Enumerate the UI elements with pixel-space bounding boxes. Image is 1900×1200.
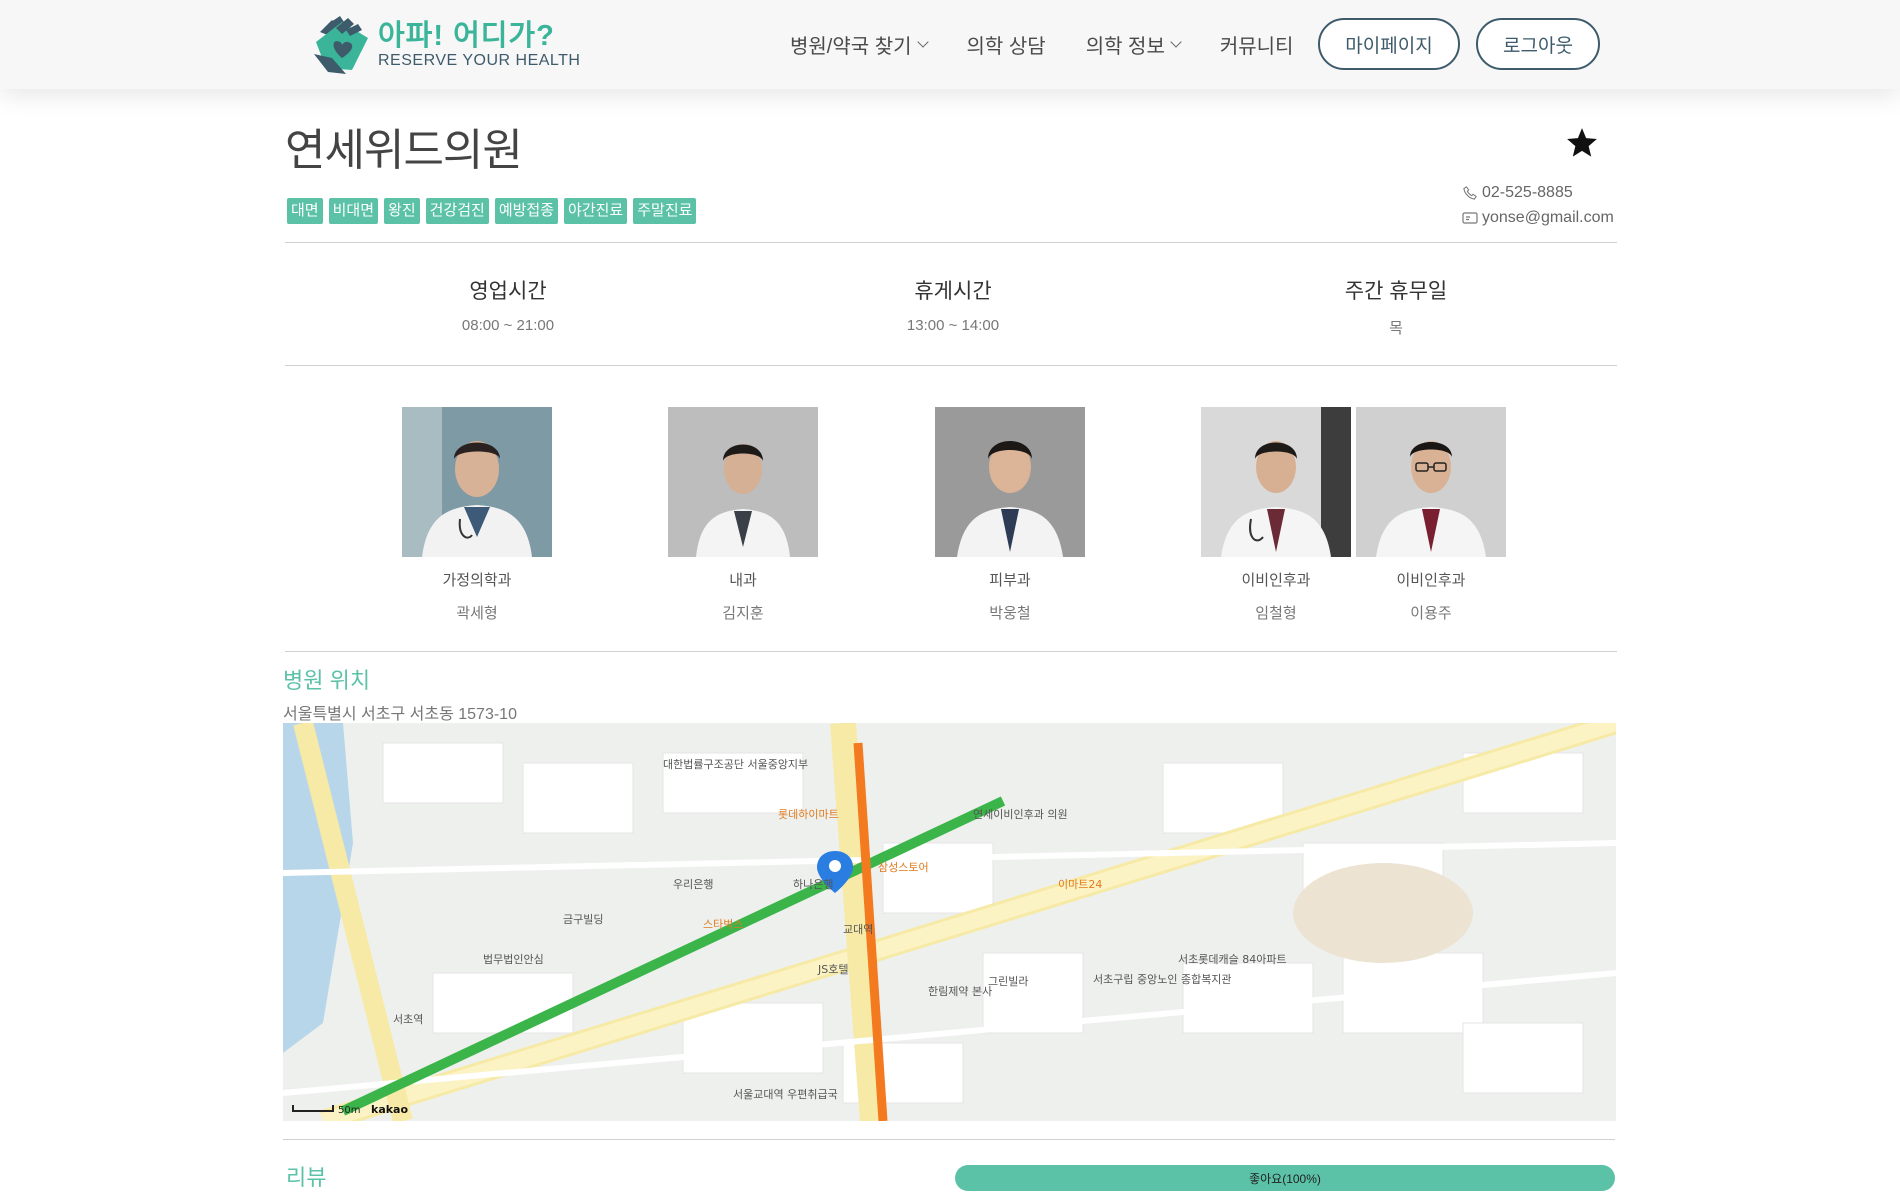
- doctor-photo: [1356, 407, 1506, 557]
- nav-find-hospital[interactable]: 병원/약국 찾기: [790, 30, 929, 59]
- map-label: 법무법인안심: [483, 953, 544, 966]
- tag-weekend: 주말진료: [633, 198, 697, 224]
- hours-value: 13:00 ~ 14:00: [906, 317, 1000, 334]
- chevron-down-icon: [916, 35, 929, 48]
- map-provider: kakao: [371, 1103, 408, 1116]
- nav-consultation[interactable]: 의학 상담: [967, 30, 1046, 59]
- map-label: 서울교대역 우편취급국: [733, 1088, 838, 1101]
- hours-label: 휴게시간: [914, 280, 992, 303]
- doctor-card[interactable]: 이비인후과 이용주: [1355, 407, 1507, 623]
- top-header: 아파! 어디가? RESERVE YOUR HEALTH 병원/약국 찾기 의학…: [0, 0, 1900, 89]
- doctor-name: 임철형: [1255, 605, 1297, 622]
- nav-label: 병원/약국 찾기: [790, 35, 912, 58]
- main-nav: 병원/약국 찾기 의학 상담 의학 정보 커뮤니티: [790, 18, 1333, 70]
- map-label: 대한법률구조공단 서울중앙지부: [663, 758, 808, 771]
- map-scale: 50m: [338, 1105, 360, 1116]
- review-rating-bar: 좋아요(100%): [955, 1165, 1615, 1191]
- nav-medical-info[interactable]: 의학 정보: [1085, 30, 1182, 59]
- map-label: 하나은행: [793, 877, 833, 891]
- star-icon[interactable]: [1565, 126, 1599, 160]
- doctor-photo: [668, 407, 818, 557]
- map-label: 연세이비인후과 의원: [973, 808, 1068, 821]
- map-label: 서초구립 중앙노인 종합복지관: [1093, 973, 1232, 986]
- location-map[interactable]: 교대역 서초역 하나은행 우리은행 스타벅스 롯데하이마트 삼성스토어 이마트2…: [283, 723, 1616, 1121]
- phone-icon: [1463, 185, 1477, 200]
- hospital-address: 서울특별시 서초구 서초동 1573-10: [283, 706, 517, 723]
- doctor-department: 피부과: [989, 572, 1031, 589]
- tag-vaccination: 예방접종: [494, 198, 559, 224]
- map-label: 스타벅스: [703, 918, 743, 931]
- doctor-department: 이비인후과: [1396, 572, 1466, 589]
- doctor-card[interactable]: 내과 김지훈: [667, 407, 819, 623]
- tag-house-call: 왕진: [384, 198, 420, 224]
- hours-label: 영업시간: [469, 280, 547, 303]
- divider: [283, 1139, 1615, 1140]
- hospital-name: 연세위드의원: [285, 126, 523, 175]
- map-label: 한림제약 본사: [928, 984, 992, 998]
- doctor-card[interactable]: 가정의학과 곽세형: [401, 407, 553, 623]
- doctor-name: 곽세형: [456, 605, 498, 622]
- chevron-down-icon: [1170, 35, 1182, 48]
- divider: [285, 651, 1617, 652]
- contact-info: 02-525-8885 yonse@gmail.com: [1462, 180, 1614, 230]
- doctor-department: 가정의학과: [442, 572, 512, 589]
- map-label: 금구빌딩: [563, 913, 603, 926]
- break-hours: 휴게시간 13:00 ~ 14:00: [803, 275, 1103, 334]
- doctor-department: 내과: [729, 572, 757, 589]
- doctor-photo: [1201, 407, 1351, 557]
- mypage-button[interactable]: 마이페이지: [1318, 18, 1460, 70]
- tag-remote: 비대면: [328, 198, 379, 224]
- map-label: 그린빌라: [988, 975, 1028, 988]
- logo-title: 아파! 어디가?: [378, 20, 555, 52]
- tag-checkup: 건강검진: [425, 198, 489, 224]
- review-title: 리뷰: [286, 1165, 327, 1190]
- map-label: 교대역: [843, 923, 873, 936]
- hours-value: 08:00 ~ 21:00: [461, 317, 555, 334]
- logo-subtitle: RESERVE YOUR HEALTH: [378, 52, 581, 69]
- email-address: yonse@gmail.com: [1482, 208, 1614, 226]
- hours-value: 목: [1389, 320, 1403, 337]
- hands-heart-logo-icon: [314, 16, 368, 74]
- doctor-name: 박웅철: [989, 605, 1031, 622]
- map-label: 서초역: [393, 1013, 423, 1026]
- nav-label: 의학 정보: [1085, 35, 1165, 58]
- doctor-photo: [402, 407, 552, 557]
- map-label: 롯데하이마트: [778, 807, 839, 821]
- doctor-name: 이용주: [1410, 605, 1452, 622]
- doctor-name: 김지훈: [722, 605, 764, 622]
- nav-label: 의학 상담: [966, 35, 1046, 58]
- location-title: 병원 위치: [283, 668, 371, 693]
- hours-label: 주간 휴무일: [1344, 280, 1448, 303]
- phone-number: 02-525-8885: [1482, 183, 1573, 201]
- service-tags: 대면 비대면 왕진 건강검진 예방접종 야간진료 주말진료: [287, 198, 697, 224]
- weekly-closed-day: 주간 휴무일 목: [1246, 275, 1546, 338]
- divider: [285, 242, 1617, 243]
- doctor-card[interactable]: 피부과 박웅철: [934, 407, 1086, 623]
- doctor-card[interactable]: 이비인후과 임철형: [1200, 407, 1352, 623]
- tag-night: 야간진료: [564, 198, 628, 224]
- review-bar-label: 좋아요(100%): [1249, 1171, 1321, 1186]
- business-hours: 영업시간 08:00 ~ 21:00: [358, 275, 658, 334]
- doctor-photo: [935, 407, 1085, 557]
- map-label: 삼성스토어: [878, 861, 929, 874]
- doctor-department: 이비인후과: [1241, 572, 1311, 589]
- divider: [285, 365, 1617, 366]
- map-label: 이마트24: [1058, 878, 1102, 891]
- map-label: JS호텔: [817, 963, 848, 976]
- map-label: 서초롯데캐슬 84아파트: [1178, 953, 1287, 966]
- site-logo[interactable]: 아파! 어디가? RESERVE YOUR HEALTH: [312, 14, 580, 76]
- map-label: 우리은행: [673, 878, 713, 891]
- nav-label: 커뮤니티: [1219, 35, 1294, 58]
- nav-community[interactable]: 커뮤니티: [1220, 30, 1294, 59]
- logout-button[interactable]: 로그아웃: [1476, 18, 1600, 70]
- tag-in-person: 대면: [287, 198, 323, 224]
- mail-icon: [1462, 211, 1478, 224]
